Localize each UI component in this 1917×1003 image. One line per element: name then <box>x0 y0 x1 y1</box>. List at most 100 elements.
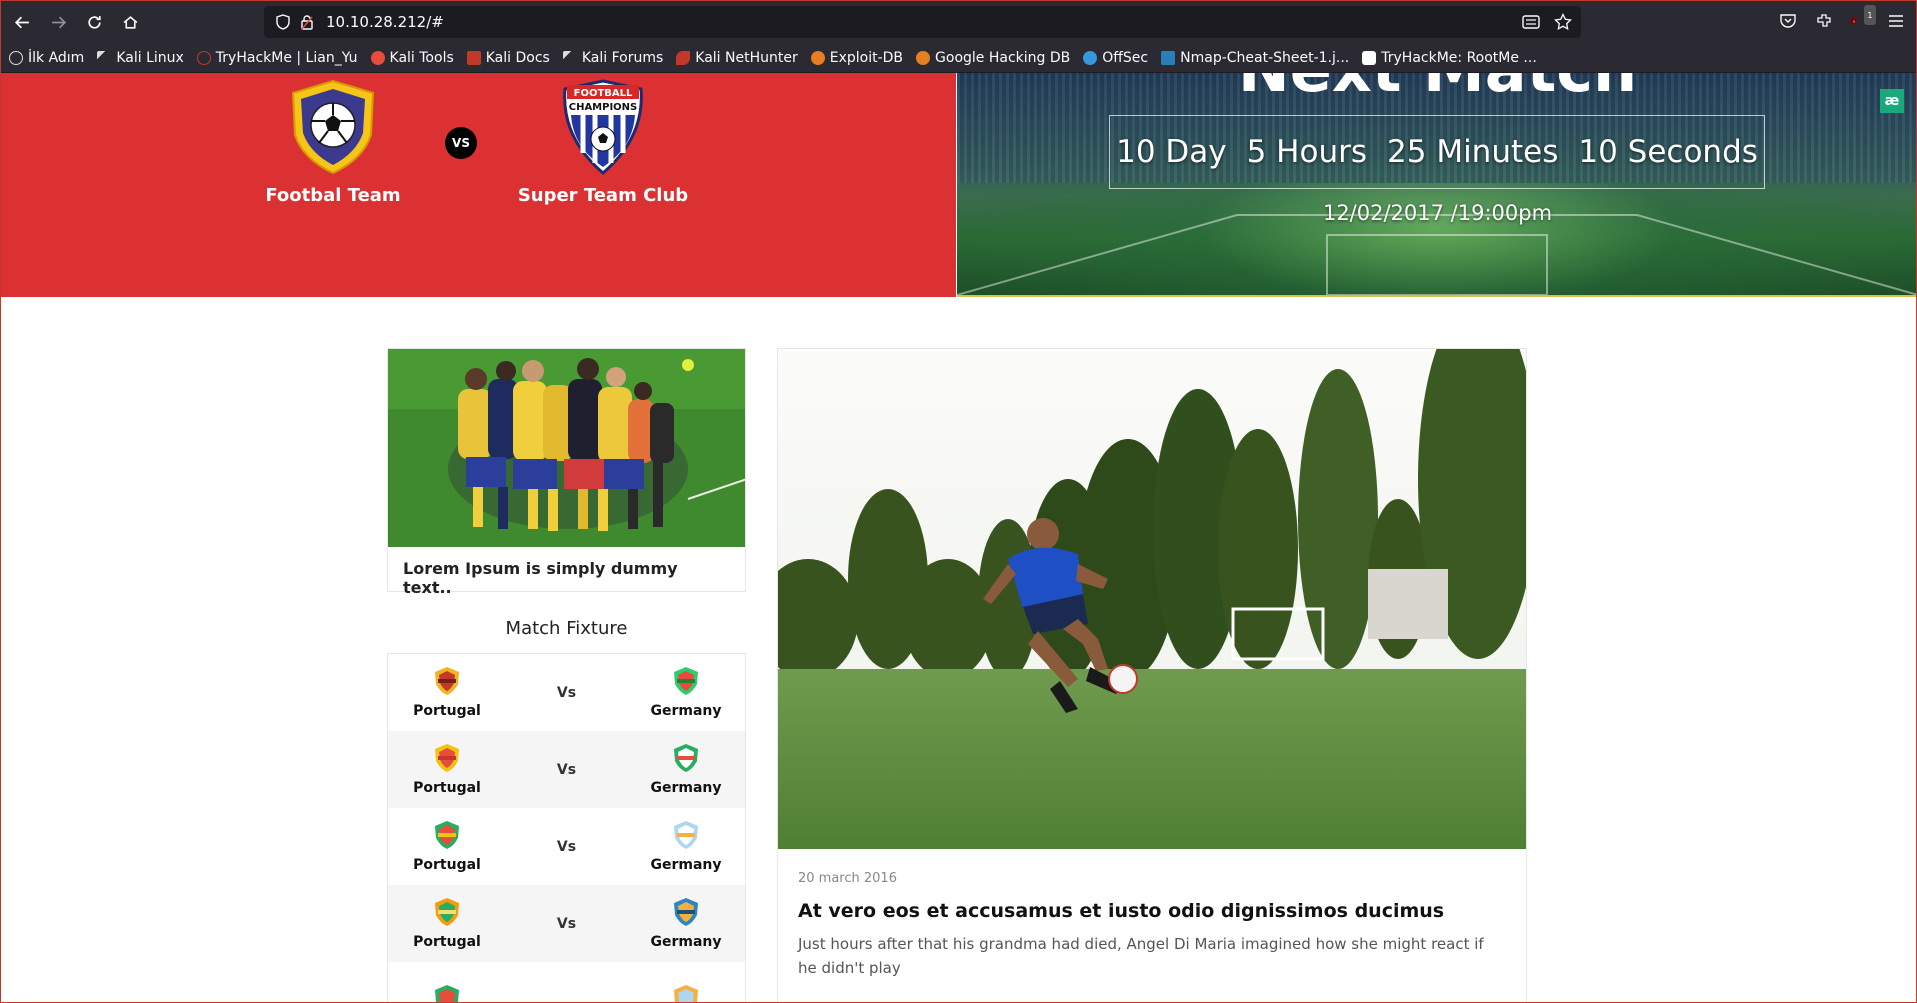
svg-text:u: u <box>1853 19 1855 23</box>
reader-view-icon[interactable] <box>1521 12 1541 32</box>
fixture-row[interactable] <box>388 962 745 1002</box>
fixture-away: Germany <box>641 897 731 950</box>
menu-icon[interactable] <box>1886 11 1906 31</box>
next-match-countdown-panel: Next Match 10 Day 5 Hours 25 Minutes 10 … <box>957 73 1916 297</box>
fixture-vs: Vs <box>556 915 577 932</box>
team-celebration-photo <box>388 349 745 547</box>
bookmark-item[interactable]: Kali Forums <box>562 50 663 66</box>
countdown-days: 10 Day <box>1116 134 1227 170</box>
fixture-home: Portugal <box>402 897 492 950</box>
bookmark-item[interactable]: TryHackMe: RootMe ... <box>1362 50 1537 66</box>
fixture-row[interactable]: Portugal Vs Germany <box>388 731 745 808</box>
vs-badge: VS <box>445 127 477 159</box>
fixture-away <box>641 984 731 1002</box>
team-crest-icon <box>673 744 698 772</box>
fixture-title: Match Fixture <box>505 618 628 639</box>
fixture-away: Germany <box>641 666 731 719</box>
medium-icon <box>1362 50 1377 65</box>
fixture-away: Germany <box>641 743 731 796</box>
news-title[interactable]: Lorem Ipsum is simply dummy text.. <box>388 547 745 609</box>
bookmark-item[interactable]: Kali Tools <box>370 50 454 66</box>
kali-docs-icon <box>466 50 481 65</box>
back-arrow-icon <box>14 16 29 28</box>
team-crest-icon <box>435 984 459 1002</box>
browser-window: 10.10.28.212/# u 1 İlk Adım Kali Linux T… <box>0 0 1917 1003</box>
forward-button[interactable] <box>43 7 73 37</box>
away-logo-text: FOOTBALL <box>574 88 633 99</box>
fixture-row[interactable]: Portugal Vs Germany <box>388 654 745 731</box>
team-crest-icon <box>435 744 459 772</box>
ghdb-icon <box>916 50 931 65</box>
fixture-vs: Vs <box>556 761 577 778</box>
team-logo-icon <box>291 79 375 175</box>
page-content: Footbal Team VS FOOTBALL CHAMPIONS Super… <box>1 73 1916 1002</box>
home-team: Footbal Team <box>233 77 433 206</box>
home-icon <box>123 15 137 29</box>
featured-article[interactable]: 20 march 2016 At vero eos et accusamus e… <box>777 348 1527 1002</box>
bookmark-item[interactable]: Kali NetHunter <box>676 50 798 66</box>
bookmark-item[interactable]: OffSec <box>1083 50 1148 66</box>
fixture-away: Germany <box>641 820 731 873</box>
bookmark-item[interactable]: Kali Linux <box>97 50 184 66</box>
bookmark-item[interactable]: Kali Docs <box>466 50 550 66</box>
player-kicking-photo <box>778 349 1526 849</box>
next-match-teams: Footbal Team VS FOOTBALL CHAMPIONS Super… <box>1 73 956 297</box>
bookmark-item[interactable]: Google Hacking DB <box>916 50 1070 66</box>
toolbar-right-actions: u 1 <box>1778 5 1906 31</box>
reload-button[interactable] <box>79 7 109 37</box>
away-logo-text: CHAMPIONS <box>569 102 638 113</box>
team-crest-icon <box>435 821 459 849</box>
bookmarks-bar: İlk Adım Kali Linux TryHackMe | Lian_Yu … <box>1 43 1916 73</box>
article-title[interactable]: At vero eos et accusamus et iusto odio d… <box>798 900 1506 922</box>
bookmark-star-icon[interactable] <box>1553 12 1573 32</box>
home-button[interactable] <box>115 7 145 37</box>
bookmark-item[interactable]: İlk Adım <box>9 50 84 66</box>
extensions-icon[interactable] <box>1814 11 1834 31</box>
team-logo-icon: FOOTBALL CHAMPIONS <box>563 79 643 175</box>
url-text[interactable]: 10.10.28.212/# <box>326 13 444 31</box>
countdown-seconds: 10 Seconds <box>1578 134 1758 170</box>
away-team: FOOTBALL CHAMPIONS Super Team Club <box>503 77 703 206</box>
bookmark-item[interactable]: Exploit-DB <box>810 50 903 66</box>
browser-toolbar: 10.10.28.212/# u 1 <box>1 1 1916 43</box>
team-crest-icon <box>673 821 698 849</box>
fixture-home: Portugal <box>402 820 492 873</box>
team-crest-icon <box>674 984 698 1002</box>
exploit-db-icon <box>810 50 825 65</box>
bookmark-item[interactable]: Nmap-Cheat-Sheet-1.j... <box>1161 50 1349 66</box>
news-card[interactable]: Lorem Ipsum is simply dummy text.. <box>387 348 746 597</box>
fixture-list: Portugal Vs Germany Portugal Vs Germany <box>387 653 746 1002</box>
kali-dragon-icon <box>97 50 112 65</box>
team-crest-icon <box>435 898 459 926</box>
next-match-title: Next Match <box>957 73 1916 106</box>
pitch-lines-image <box>957 214 1916 295</box>
forward-arrow-icon <box>51 16 66 28</box>
shield-icon[interactable] <box>274 13 292 31</box>
team-crest-icon <box>435 667 459 695</box>
countdown-hours: 5 Hours <box>1246 134 1368 170</box>
nethunter-icon <box>676 50 691 65</box>
tryhackme-icon <box>196 50 211 65</box>
lock-icon[interactable] <box>298 13 316 31</box>
address-bar[interactable]: 10.10.28.212/# <box>264 6 1581 38</box>
match-date: 12/02/2017 /19:00pm <box>1322 201 1553 225</box>
extension-overlay-badge[interactable]: æ <box>1880 89 1904 113</box>
offsec-icon <box>1083 50 1098 65</box>
globe-icon <box>9 50 23 65</box>
fixture-vs: Vs <box>556 684 577 701</box>
ublock-icon[interactable]: u 1 <box>1850 5 1876 31</box>
pocket-icon[interactable] <box>1778 11 1798 31</box>
fixture-home <box>402 984 492 1002</box>
fixture-home: Portugal <box>402 666 492 719</box>
fixture-row[interactable]: Portugal Vs Germany <box>388 808 745 885</box>
article-excerpt: Just hours after that his grandma had di… <box>798 935 1484 977</box>
fixture-home: Portugal <box>402 743 492 796</box>
team-crest-icon <box>673 898 698 926</box>
bookmark-item[interactable]: TryHackMe | Lian_Yu <box>196 50 358 66</box>
urlbar-actions <box>1521 12 1573 32</box>
fixture-row[interactable]: Portugal Vs Germany <box>388 885 745 962</box>
kali-tools-icon <box>370 50 385 65</box>
fixture-vs: Vs <box>556 838 577 855</box>
back-button[interactable] <box>7 7 37 37</box>
home-team-name: Footbal Team <box>265 185 401 206</box>
